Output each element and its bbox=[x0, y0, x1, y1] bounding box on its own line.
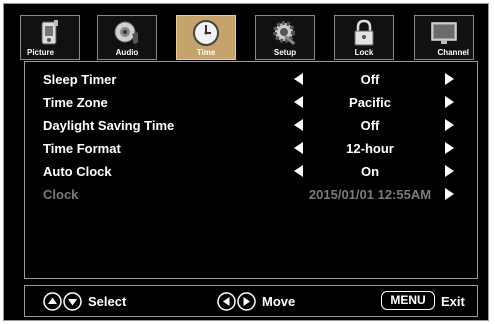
setting-label: Sleep Timer bbox=[43, 72, 117, 87]
setup-gear-icon bbox=[256, 18, 314, 48]
setting-label: Clock bbox=[43, 187, 79, 202]
setting-row-time-format[interactable]: Time Format 12-hour bbox=[25, 138, 477, 160]
tab-label: Lock bbox=[354, 48, 374, 57]
setting-label: Time Format bbox=[43, 141, 121, 156]
arrow-right-icon[interactable] bbox=[441, 163, 457, 179]
lock-icon bbox=[335, 18, 393, 48]
tab-time[interactable]: Time bbox=[176, 15, 236, 60]
picture-icon bbox=[21, 18, 79, 48]
key-hint-bar: Select Move MENU Exit bbox=[24, 285, 478, 317]
setting-row-auto-clock[interactable]: Auto Clock On bbox=[25, 161, 477, 183]
tab-label: Setup bbox=[273, 48, 297, 57]
audio-icon bbox=[98, 18, 156, 48]
clock-icon bbox=[177, 18, 235, 48]
tab-label: Audio bbox=[115, 48, 139, 57]
arrow-right-icon[interactable] bbox=[441, 71, 457, 87]
tab-audio[interactable]: Audio bbox=[97, 15, 157, 60]
move-hint-label: Move bbox=[262, 294, 296, 309]
setting-label: Auto Clock bbox=[43, 164, 112, 179]
tab-label: Time bbox=[196, 48, 216, 57]
tab-label: Picture bbox=[27, 48, 55, 57]
channel-tv-icon bbox=[415, 18, 473, 48]
arrow-right-icon[interactable] bbox=[441, 186, 457, 202]
tab-setup[interactable]: Setup bbox=[255, 15, 315, 60]
tab-channel[interactable]: Channel bbox=[414, 15, 474, 60]
select-hint-label: Select bbox=[88, 294, 127, 309]
tab-picture[interactable]: Picture bbox=[20, 15, 80, 60]
arrow-right-icon[interactable] bbox=[441, 117, 457, 133]
setting-row-clock: Clock 2015/01/01 12:55AM bbox=[25, 184, 477, 206]
setting-row-daylight-saving-time[interactable]: Daylight Saving Time Off bbox=[25, 115, 477, 137]
tab-lock[interactable]: Lock bbox=[334, 15, 394, 60]
setting-row-sleep-timer[interactable]: Sleep Timer Off bbox=[25, 69, 477, 91]
up-down-keys-icon bbox=[43, 292, 82, 311]
arrow-right-icon[interactable] bbox=[441, 94, 457, 110]
setting-row-time-zone[interactable]: Time Zone Pacific bbox=[25, 92, 477, 114]
setting-label: Time Zone bbox=[43, 95, 108, 110]
menu-key-icon: MENU bbox=[381, 291, 435, 310]
tv-menu-frame: Picture Audio Time Setup Lock Channel Sl… bbox=[3, 3, 489, 321]
exit-hint-label: Exit bbox=[441, 294, 465, 309]
time-settings-panel: Sleep Timer Off Time Zone Pacific Daylig… bbox=[24, 61, 478, 279]
setting-label: Daylight Saving Time bbox=[43, 118, 175, 133]
arrow-right-icon[interactable] bbox=[441, 140, 457, 156]
left-right-keys-icon bbox=[217, 292, 256, 311]
tab-label: Channel bbox=[437, 48, 469, 57]
